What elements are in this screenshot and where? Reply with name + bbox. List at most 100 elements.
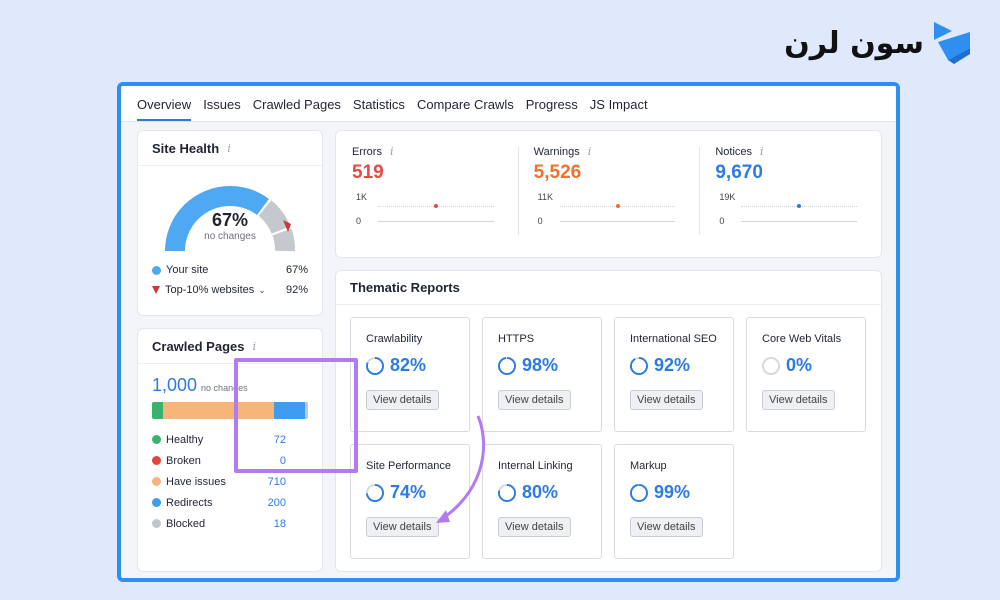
crawled-pages-card: Crawled Pages i 1,000 no changes Healthy…	[137, 328, 323, 572]
progress-ring-icon	[630, 483, 648, 502]
report-card-core-web-vitals: Core Web Vitals 0% View details	[746, 317, 866, 432]
report-card-internal-linking: Internal Linking 80% View details	[482, 444, 602, 559]
stat-notices: Notices i 9,670 19K 0	[699, 131, 881, 257]
site-health-gauge: 67% no changes	[155, 176, 305, 256]
tab-compare-crawls[interactable]: Compare Crawls	[417, 97, 514, 121]
crawled-pages-title: Crawled Pages	[152, 339, 245, 354]
report-name: Site Performance	[366, 460, 451, 472]
stack-segment-redirects	[273, 402, 306, 419]
info-icon[interactable]: i	[588, 145, 592, 158]
info-icon[interactable]: i	[227, 142, 231, 155]
tab-crawled-pages[interactable]: Crawled Pages	[253, 97, 341, 121]
crawled-pages-sub: no changes	[201, 383, 248, 393]
tab-issues[interactable]: Issues	[203, 97, 241, 121]
progress-ring-icon	[366, 356, 384, 375]
your-site-dot-icon	[152, 265, 161, 275]
tab-overview[interactable]: Overview	[137, 97, 192, 121]
status-label: Have issues	[166, 475, 226, 488]
sparkline: 19K 0	[715, 192, 865, 232]
your-site-label: Your site	[166, 264, 209, 276]
chevron-down-icon[interactable]: ⌄	[258, 285, 266, 296]
view-details-button[interactable]: View details	[366, 390, 439, 410]
sparkline-point	[434, 204, 438, 208]
progress-ring-icon	[762, 356, 780, 375]
report-name: Core Web Vitals	[762, 333, 842, 345]
tab-bar: Overview Issues Crawled Pages Statistics…	[121, 86, 896, 122]
info-icon[interactable]: i	[760, 145, 764, 158]
site-health-sub: no changes	[204, 231, 256, 242]
sparkline-point	[797, 204, 802, 208]
logo-mark-icon	[934, 22, 970, 64]
report-card-markup: Markup 99% View details	[614, 444, 734, 559]
tab-progress[interactable]: Progress	[526, 97, 578, 121]
axis-top-label: 11K	[537, 192, 554, 202]
axis-top-label: 1K	[356, 192, 368, 202]
stat-warnings: Warnings i 5,526 11K 0	[517, 131, 700, 257]
progress-ring-icon	[630, 356, 648, 375]
list-item: Broken 0	[138, 450, 322, 471]
status-label: Blocked	[166, 517, 206, 530]
stack-segment-have-issues	[163, 402, 274, 419]
legend-your-site: Your site 67%	[138, 260, 322, 280]
view-details-button[interactable]: View details	[630, 517, 703, 537]
app-window: Overview Issues Crawled Pages Statistics…	[117, 82, 900, 582]
report-name: International SEO	[630, 333, 717, 345]
status-value[interactable]: 18	[246, 518, 286, 530]
axis-top-label: 19K	[719, 192, 736, 202]
status-dot-icon	[152, 498, 161, 507]
report-name: Markup	[630, 460, 667, 472]
report-percent: 98%	[522, 355, 559, 375]
axis-bottom-label: 0	[719, 216, 725, 226]
info-icon[interactable]: i	[253, 340, 257, 353]
sparkline-point	[615, 204, 620, 208]
view-details-button[interactable]: View details	[498, 517, 571, 537]
thematic-reports-card: Thematic Reports Crawlability 82% View det…	[335, 270, 882, 572]
view-details-button[interactable]: View details	[762, 390, 835, 410]
crawled-pages-count[interactable]: 1,000	[152, 375, 197, 396]
thematic-reports-title: Thematic Reports	[350, 280, 460, 295]
report-percent: 0%	[786, 355, 813, 375]
status-value[interactable]: 0	[246, 455, 286, 467]
status-value[interactable]: 710	[246, 476, 286, 488]
info-icon[interactable]: i	[390, 145, 394, 158]
report-percent: 82%	[390, 355, 427, 375]
status-dot-icon	[152, 519, 161, 528]
report-percent: 99%	[654, 482, 691, 502]
stat-label: Errors	[352, 145, 382, 158]
progress-ring-icon	[498, 356, 516, 375]
report-card-site-performance: Site Performance 74% View details	[350, 444, 470, 559]
stat-value[interactable]: 9,670	[715, 162, 865, 184]
tab-statistics[interactable]: Statistics	[353, 97, 405, 121]
top-sites-value: 92%	[285, 284, 308, 296]
sparkline: 1K 0	[352, 192, 502, 232]
crawled-pages-legend: Healthy 72 Broken 0 Have issues 710 Redirects 2…	[138, 429, 322, 534]
report-card-https: HTTPS 98% View details	[482, 317, 602, 432]
report-percent: 74%	[390, 482, 427, 502]
tab-js-impact[interactable]: JS Impact	[590, 97, 648, 121]
top-sites-label: Top-10% websites	[165, 284, 255, 296]
report-card-crawlability: Crawlability 82% View details	[350, 317, 470, 432]
status-label: Healthy	[166, 433, 204, 446]
status-value[interactable]: 200	[246, 497, 286, 509]
legend-top-sites[interactable]: Top-10% websites ⌄ 92%	[138, 280, 322, 300]
view-details-button[interactable]: View details	[630, 390, 703, 410]
brand-logo: سون لرن	[784, 22, 970, 64]
stat-value[interactable]: 5,526	[534, 162, 684, 184]
progress-ring-icon	[498, 483, 516, 502]
triangle-down-icon	[152, 286, 160, 294]
stat-label: Warnings	[533, 145, 580, 158]
status-label: Redirects	[166, 496, 213, 509]
report-name: Internal Linking	[498, 460, 573, 472]
logo-text: سون لرن	[784, 25, 924, 61]
view-details-button[interactable]: View details	[366, 517, 439, 537]
status-value[interactable]: 72	[246, 434, 286, 446]
view-details-button[interactable]: View details	[498, 390, 571, 410]
axis-bottom-label: 0	[356, 216, 362, 226]
stat-value[interactable]: 519	[352, 162, 502, 184]
status-dot-icon	[152, 435, 161, 444]
issues-summary-card: Errors i 519 1K 0 Warnings i 5,526 11K 0 Notices i 9…	[335, 130, 882, 258]
report-name: Crawlability	[366, 333, 423, 345]
stat-errors: Errors i 519 1K 0	[336, 131, 518, 257]
crawled-pages-stacked-bar	[152, 402, 308, 419]
axis-bottom-label: 0	[537, 216, 543, 226]
